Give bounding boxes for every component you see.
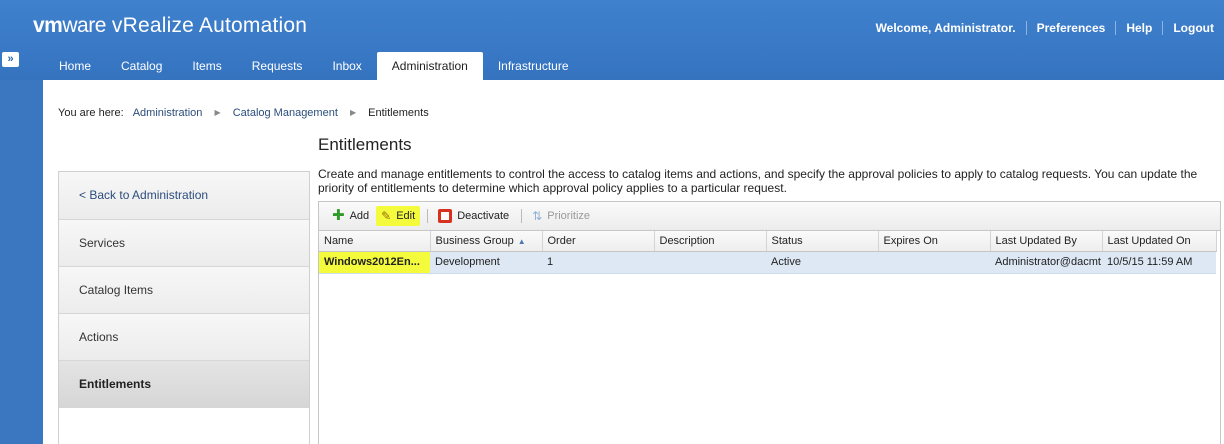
deactivate-button[interactable]: Deactivate bbox=[433, 206, 514, 226]
back-to-administration-link[interactable]: < Back to Administration bbox=[59, 172, 309, 219]
column-header-status[interactable]: Status bbox=[766, 231, 879, 252]
app-header: vmware vRealize Automation Welcome, Admin… bbox=[0, 0, 1224, 80]
add-button[interactable]: ✚ Add bbox=[327, 207, 374, 225]
leftnav-filler bbox=[59, 407, 309, 444]
stop-icon bbox=[438, 209, 453, 223]
tab-administration[interactable]: Administration bbox=[376, 52, 483, 80]
help-link[interactable]: Help bbox=[1115, 21, 1162, 35]
leftnav-item-actions[interactable]: Actions bbox=[59, 313, 309, 360]
edit-button[interactable]: ✎ Edit bbox=[376, 206, 421, 226]
top-links: Welcome, Administrator. Preferences Help… bbox=[866, 21, 1224, 35]
left-navigation: < Back to Administration Services Catalo… bbox=[58, 171, 310, 444]
breadcrumb: You are here: Administration ▶ Catalog M… bbox=[58, 107, 429, 119]
entitlements-grid: ✚ Add ✎ Edit Deactivate ⇅ Prioritize Nam… bbox=[318, 201, 1221, 444]
entitlements-table: Name Business Group ▲ Order Description S… bbox=[319, 231, 1217, 274]
product-name: vRealize Automation bbox=[111, 14, 308, 37]
cell-last-updated-on: 10/5/15 11:59 AM bbox=[1102, 251, 1216, 274]
tab-infrastructure[interactable]: Infrastructure bbox=[483, 52, 584, 80]
tab-requests[interactable]: Requests bbox=[237, 52, 318, 80]
column-header-order[interactable]: Order bbox=[542, 231, 655, 252]
breadcrumb-separator-icon: ▶ bbox=[214, 108, 221, 117]
cell-name[interactable]: Windows2012En... bbox=[319, 251, 430, 274]
sort-ascending-icon: ▲ bbox=[517, 236, 526, 246]
plus-icon: ✚ bbox=[332, 207, 345, 224]
cell-order: 1 bbox=[542, 251, 654, 274]
breadcrumb-administration[interactable]: Administration bbox=[133, 107, 203, 119]
cell-business-group: Development bbox=[430, 251, 542, 274]
pencil-icon: ✎ bbox=[381, 209, 392, 223]
welcome-text: Welcome, Administrator. bbox=[875, 21, 1016, 35]
column-header-name[interactable]: Name bbox=[319, 231, 431, 252]
column-header-description[interactable]: Description bbox=[654, 231, 767, 252]
prioritize-button[interactable]: ⇅ Prioritize bbox=[527, 206, 595, 226]
breadcrumb-prefix: You are here: bbox=[58, 107, 124, 119]
toolbar-divider bbox=[427, 209, 429, 223]
sort-arrows-icon: ⇅ bbox=[532, 209, 543, 223]
cell-last-updated-by: Administrator@dacmt bbox=[990, 251, 1102, 274]
page-description: Create and manage entitlements to contro… bbox=[318, 167, 1198, 195]
cell-description bbox=[654, 251, 766, 274]
grid-toolbar: ✚ Add ✎ Edit Deactivate ⇅ Prioritize bbox=[319, 202, 1220, 231]
cell-expires-on bbox=[878, 251, 990, 274]
tab-inbox[interactable]: Inbox bbox=[317, 52, 376, 80]
page-title: Entitlements bbox=[318, 135, 412, 154]
breadcrumb-separator-icon: ▶ bbox=[349, 108, 357, 117]
logout-link[interactable]: Logout bbox=[1162, 21, 1224, 35]
table-row[interactable]: Windows2012En... Development 1 Active Ad… bbox=[319, 251, 1216, 274]
leftnav-item-services[interactable]: Services bbox=[59, 219, 309, 266]
tab-items[interactable]: Items bbox=[177, 52, 236, 80]
main-content: You are here: Administration ▶ Catalog M… bbox=[43, 80, 1224, 444]
toolbar-divider bbox=[521, 209, 523, 223]
table-header-row: Name Business Group ▲ Order Description S… bbox=[319, 231, 1217, 252]
main-nav: Home Catalog Items Requests Inbox Admini… bbox=[44, 52, 584, 80]
leftnav-item-catalog-items[interactable]: Catalog Items bbox=[59, 266, 309, 313]
breadcrumb-current: Entitlements bbox=[368, 107, 429, 119]
vmware-logo: vmware vRealize Automation bbox=[33, 14, 308, 37]
expand-sidebar-icon[interactable]: » bbox=[2, 52, 19, 67]
cell-status: Active bbox=[766, 251, 878, 274]
column-header-business-group[interactable]: Business Group ▲ bbox=[430, 231, 543, 252]
column-header-expires-on[interactable]: Expires On bbox=[878, 231, 991, 252]
tab-home[interactable]: Home bbox=[44, 52, 106, 80]
column-header-last-updated-by[interactable]: Last Updated By bbox=[990, 231, 1103, 252]
preferences-link[interactable]: Preferences bbox=[1025, 21, 1116, 35]
column-header-last-updated-on[interactable]: Last Updated On bbox=[1102, 231, 1217, 252]
breadcrumb-catalog-management[interactable]: Catalog Management bbox=[233, 107, 338, 119]
leftnav-item-entitlements[interactable]: Entitlements bbox=[59, 360, 309, 407]
tab-catalog[interactable]: Catalog bbox=[106, 52, 177, 80]
